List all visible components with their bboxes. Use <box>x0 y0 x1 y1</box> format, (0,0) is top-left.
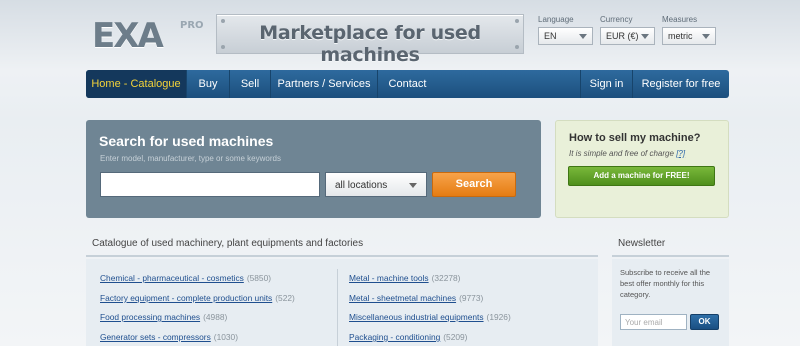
measures-selector: Measures metric <box>662 15 716 45</box>
category-count: (5209) <box>443 332 468 342</box>
category-count: (4988) <box>203 312 228 322</box>
currency-selector: Currency EUR (€) <box>600 15 655 45</box>
language-select[interactable]: EN <box>538 27 593 45</box>
newsletter-title: Newsletter <box>612 232 729 257</box>
chevron-down-icon <box>702 34 710 39</box>
currency-value: EUR (€) <box>606 31 639 41</box>
nav-register[interactable]: Register for free <box>632 70 729 98</box>
category-count: (1926) <box>486 312 511 322</box>
search-panel: Search for used machines Enter model, ma… <box>86 120 541 218</box>
category-item: Metal - machine tools (32278) <box>349 273 460 283</box>
location-select[interactable]: all locations <box>325 172 427 197</box>
category-link[interactable]: Factory equipment - complete production … <box>100 293 272 303</box>
language-value: EN <box>544 31 557 41</box>
language-label: Language <box>538 15 574 24</box>
sell-title: How to sell my machine? <box>569 132 701 144</box>
category-count: (5850) <box>246 273 272 283</box>
category-item: Generator sets - compressors (1030) <box>100 332 238 342</box>
nav-contact[interactable]: Contact <box>378 70 437 98</box>
category-link[interactable]: Generator sets - compressors <box>100 332 211 342</box>
sell-subtitle: It is simple and free of charge [?] <box>569 149 685 158</box>
category-item: Factory equipment - complete production … <box>100 293 295 303</box>
newsletter-ok-button[interactable]: OK <box>690 314 719 330</box>
category-count: (522) <box>275 293 295 303</box>
search-input[interactable] <box>100 172 320 197</box>
catalogue-list: Chemical - pharmaceutical - cosmetics (58… <box>86 259 598 346</box>
nav-buy[interactable]: Buy <box>187 70 230 98</box>
nav-home-catalogue[interactable]: Home - Catalogue <box>86 70 187 98</box>
sell-help-link[interactable]: [?] <box>676 149 685 158</box>
category-link[interactable]: Chemical - pharmaceutical - cosmetics <box>100 273 244 283</box>
nav-sell[interactable]: Sell <box>230 70 271 98</box>
category-link[interactable]: Food processing machines <box>100 312 200 322</box>
category-item: Chemical - pharmaceutical - cosmetics (58… <box>100 273 271 283</box>
marketplace-banner: Marketplace for used machines <box>216 14 524 66</box>
measures-value: metric <box>668 31 693 41</box>
language-selector: Language EN <box>538 15 593 45</box>
search-hint: Enter model, manufacturer, type or some … <box>100 154 281 163</box>
logo-text: EXA <box>92 16 164 56</box>
location-value: all locations <box>335 180 388 191</box>
search-title: Search for used machines <box>99 133 274 149</box>
column-divider <box>337 269 338 346</box>
currency-select[interactable]: EUR (€) <box>600 27 655 45</box>
sell-subtitle-text: It is simple and free of charge <box>569 149 674 158</box>
category-item: Metal - sheetmetal machines (9773) <box>349 293 483 303</box>
category-item: Packaging - conditioning (5209) <box>349 332 467 342</box>
measures-label: Measures <box>662 15 698 24</box>
catalogue-title: Catalogue of used machinery, plant equip… <box>86 232 598 257</box>
category-item: Food processing machines (4988) <box>100 312 227 322</box>
category-link[interactable]: Miscellaneous industrial equipments <box>349 312 484 322</box>
nav-partners-services[interactable]: Partners / Services <box>271 70 378 98</box>
category-link[interactable]: Metal - machine tools <box>349 273 429 283</box>
banner-text: Marketplace for used machines <box>259 22 481 66</box>
category-item: Miscellaneous industrial equipments (1926… <box>349 312 511 322</box>
currency-label: Currency <box>600 15 633 24</box>
category-link[interactable]: Metal - sheetmetal machines <box>349 293 456 303</box>
category-count: (1030) <box>213 332 238 342</box>
measures-select[interactable]: metric <box>662 27 716 45</box>
exa-pro-logo[interactable]: EXA PRO <box>92 14 204 56</box>
search-button[interactable]: Search <box>432 172 516 197</box>
category-count: (9773) <box>459 293 484 303</box>
email-field[interactable]: Your email <box>620 314 687 330</box>
main-navigation: Home - Catalogue Buy Sell Partners / Ser… <box>86 70 729 98</box>
chevron-down-icon <box>641 34 649 39</box>
chevron-down-icon <box>409 183 417 188</box>
add-machine-button[interactable]: Add a machine for FREE! <box>568 166 715 186</box>
category-link[interactable]: Packaging - conditioning <box>349 332 440 342</box>
chevron-down-icon <box>579 34 587 39</box>
newsletter-panel: Subscribe to receive all the best offer … <box>612 259 729 346</box>
newsletter-text: Subscribe to receive all the best offer … <box>620 268 711 299</box>
category-count: (32278) <box>431 273 461 283</box>
nav-sign-in[interactable]: Sign in <box>580 70 632 98</box>
logo-suffix: PRO <box>180 20 204 31</box>
sell-panel: How to sell my machine? It is simple and… <box>555 120 729 218</box>
